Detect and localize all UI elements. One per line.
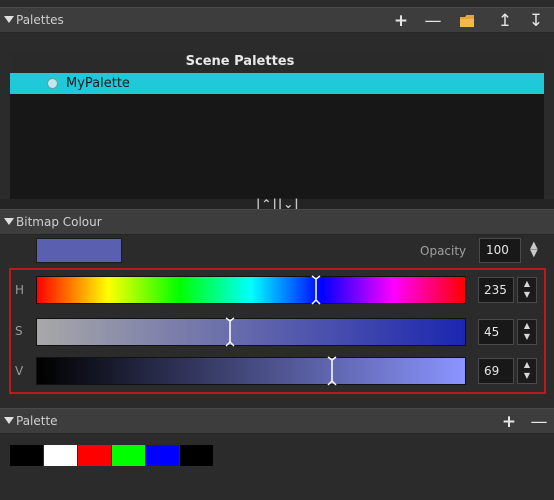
opacity-field[interactable]: 100 — [479, 238, 521, 263]
saturation-slider-handle[interactable] — [225, 317, 235, 347]
palette-colour-chip[interactable] — [10, 445, 43, 466]
collapse-triangle-icon — [4, 16, 14, 23]
palette-title[interactable]: Palette — [4, 414, 58, 428]
add-colour-icon[interactable]: + — [500, 413, 518, 431]
value-value-field[interactable]: 69 — [478, 358, 514, 384]
value-stepper[interactable]: ▲ ▼ — [517, 358, 537, 384]
hue-slider-handle[interactable] — [311, 275, 321, 305]
palettes-title[interactable]: Palettes — [4, 13, 64, 27]
hue-value-field[interactable]: 235 — [478, 277, 514, 303]
hue-label: H — [15, 283, 25, 297]
palette-colour-chip[interactable] — [146, 445, 179, 466]
palette-colour-chip[interactable] — [44, 445, 77, 466]
move-down-icon[interactable]: ↧ — [527, 12, 545, 30]
value-slider-handle[interactable] — [327, 356, 337, 386]
current-colour-swatch[interactable] — [36, 238, 122, 263]
bitmap-colour-header: Bitmap Colour — [0, 209, 554, 235]
value-label: V — [15, 364, 24, 378]
palette-colour-chip[interactable] — [78, 445, 111, 466]
opacity-label: Opacity — [420, 244, 467, 258]
palette-list-item[interactable]: MyPalette — [10, 73, 544, 94]
scene-palettes-header: Scene Palettes — [10, 51, 544, 73]
bitmap-colour-title[interactable]: Bitmap Colour — [4, 215, 102, 229]
palette-list: Scene Palettes MyPalette — [10, 51, 544, 199]
move-up-icon[interactable]: ↥ — [496, 12, 514, 30]
hue-stepper[interactable]: ▲ ▼ — [517, 277, 537, 303]
palette-colour-chip[interactable] — [180, 445, 213, 466]
remove-icon[interactable]: — — [424, 12, 442, 30]
palette-item-label: MyPalette — [66, 76, 130, 91]
palettes-header: Palettes + — ↥ ↧ — [0, 7, 554, 33]
remove-colour-icon[interactable]: — — [530, 413, 548, 431]
value-slider[interactable] — [36, 356, 466, 386]
palette-radio-icon — [47, 78, 58, 89]
add-icon[interactable]: + — [392, 12, 410, 30]
saturation-stepper[interactable]: ▲ ▼ — [517, 319, 537, 345]
palette-colour-chip[interactable] — [112, 445, 145, 466]
collapse-triangle-icon — [4, 417, 14, 424]
hue-slider[interactable] — [36, 275, 466, 305]
opacity-stepper[interactable]: ▲ ▼ — [530, 241, 538, 259]
folder-icon[interactable] — [458, 12, 476, 30]
saturation-slider[interactable] — [36, 317, 466, 347]
palette-header: Palette + — — [0, 408, 554, 434]
collapse-triangle-icon — [4, 218, 14, 225]
saturation-label: S — [15, 324, 23, 338]
saturation-value-field[interactable]: 45 — [478, 319, 514, 345]
